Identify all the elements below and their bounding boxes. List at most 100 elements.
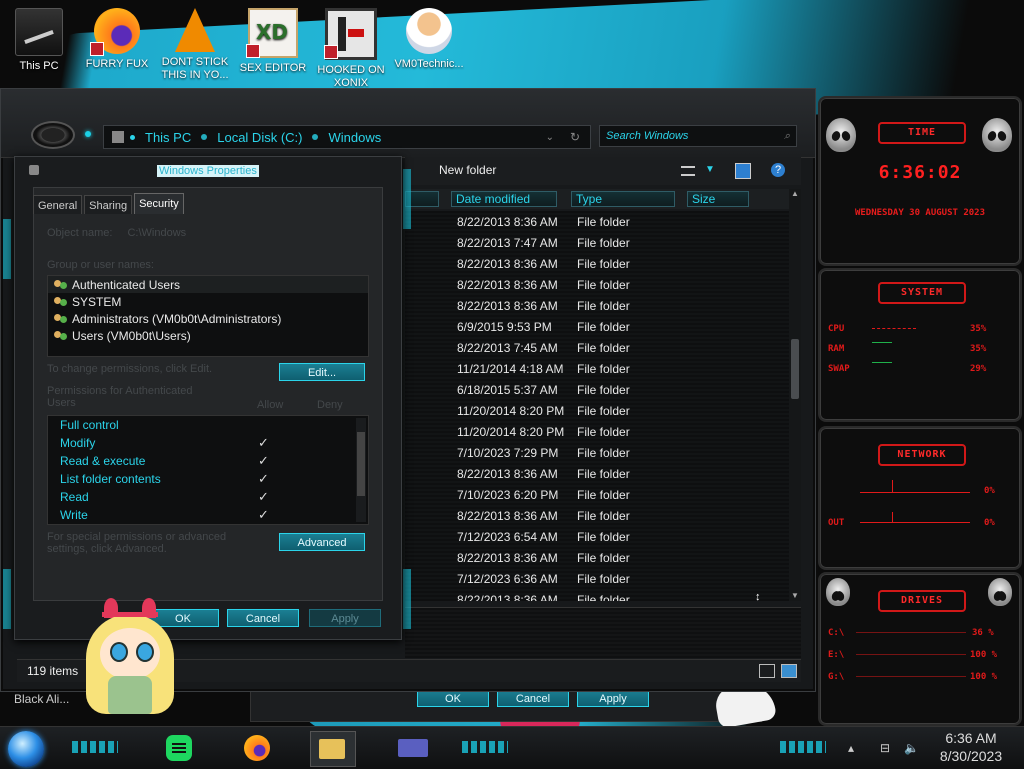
list-item[interactable]: Authenticated Users <box>48 276 368 293</box>
column-header-type[interactable]: Type <box>571 191 675 207</box>
help-icon[interactable]: ? <box>771 163 785 177</box>
table-row[interactable]: 11/20/2014 8:20 PM File folder <box>405 400 789 421</box>
desktop-icon-xonix[interactable]: HOOKED ON XONIX <box>314 4 388 90</box>
permission-name: Read <box>60 490 89 504</box>
scrollbar-thumb[interactable] <box>791 339 799 399</box>
type-cell: File folder <box>577 508 630 523</box>
search-input[interactable]: Search Windows ⌕ <box>599 125 797 147</box>
advanced-button[interactable]: Advanced <box>279 533 365 551</box>
large-icons-view-icon[interactable] <box>781 664 797 678</box>
chevron-down-icon[interactable]: ⌄ <box>546 132 554 143</box>
table-row[interactable]: 7/12/2023 6:54 AM File folder <box>405 526 789 547</box>
cancel-button[interactable]: Cancel <box>227 609 299 627</box>
cpu-bar <box>872 328 916 330</box>
change-view-icon[interactable] <box>681 166 695 176</box>
taskbar-control-panel[interactable] <box>388 731 438 765</box>
object-name-caption: Object name: <box>47 227 113 239</box>
network-icon[interactable]: ⊟ <box>880 741 890 755</box>
details-view-icon[interactable] <box>759 664 775 678</box>
drive-c-value: 36 % <box>972 628 994 638</box>
breadcrumb-this-pc[interactable]: This PC <box>145 130 191 145</box>
new-folder-button[interactable]: New folder <box>439 163 496 177</box>
desktop-icon-vlc[interactable]: DONT STICK THIS IN YO... <box>158 4 232 82</box>
table-row[interactable]: 8/22/2013 8:36 AM File folder <box>405 211 789 232</box>
list-item[interactable]: Administrators (VM0b0t\Administrators) <box>48 310 368 327</box>
table-row[interactable]: 11/21/2014 4:18 AM File folder <box>405 358 789 379</box>
chevron-down-icon[interactable]: ▼ <box>705 164 719 178</box>
scrollbar-thumb[interactable] <box>357 432 365 496</box>
table-row[interactable]: 7/10/2023 6:20 PM File folder <box>405 484 789 505</box>
tab-general[interactable]: General <box>33 195 83 214</box>
scroll-up-icon[interactable]: ▲ <box>789 189 801 199</box>
group-name: Administrators (VM0b0t\Administrators) <box>72 311 282 326</box>
apply-button[interactable]: Apply <box>309 609 381 627</box>
desktop-icon-this-pc[interactable]: This PC <box>2 4 76 73</box>
system-clock[interactable]: 6:36 AM 8/30/2023 <box>934 729 1008 765</box>
table-row[interactable]: 8/22/2013 8:36 AM File folder <box>405 589 789 602</box>
search-icon[interactable]: ⌕ <box>784 130 790 143</box>
chevron-up-icon[interactable]: ▴ <box>848 741 854 755</box>
folder-icon <box>112 131 124 143</box>
tab-security[interactable]: Security <box>134 193 184 214</box>
vertical-scrollbar[interactable]: ▲ ▼ <box>789 189 801 601</box>
table-row[interactable]: 8/22/2013 8:36 AM File folder <box>405 547 789 568</box>
headband-shape <box>102 612 158 617</box>
permissions-scrollbar[interactable] <box>356 418 366 522</box>
address-bar[interactable]: This PC Local Disk (C:) Windows ⌄ ↻ <box>103 125 591 149</box>
desktop-icon-label[interactable]: Black Ali... <box>14 692 69 706</box>
table-row[interactable]: 8/22/2013 8:36 AM File folder <box>405 274 789 295</box>
network-out-spike <box>892 512 893 522</box>
table-row[interactable]: 7/10/2023 7:29 PM File folder <box>405 442 789 463</box>
start-button[interactable] <box>8 731 44 767</box>
group-name: Authenticated Users <box>72 277 181 292</box>
column-header-date[interactable]: Date modified <box>451 191 557 207</box>
breadcrumb-separator-icon <box>201 134 208 140</box>
drive-c-label: C:\ <box>828 628 845 638</box>
column-header-size[interactable]: Size <box>687 191 749 207</box>
table-row[interactable]: 8/22/2013 8:36 AM File folder <box>405 463 789 484</box>
volume-icon[interactable]: 🔈 <box>904 741 919 755</box>
allow-column-label: Allow <box>257 399 284 411</box>
scroll-down-icon[interactable]: ▼ <box>789 591 801 601</box>
table-row[interactable]: 8/22/2013 8:36 AM File folder <box>405 295 789 316</box>
list-item[interactable]: SYSTEM <box>48 293 368 310</box>
breadcrumb-windows[interactable]: Windows <box>328 130 381 145</box>
vlc-cone-icon <box>175 8 215 52</box>
table-row[interactable]: 8/22/2013 7:45 AM File folder <box>405 337 789 358</box>
taskbar-firefox[interactable] <box>238 731 278 765</box>
desktop-icon-hxd[interactable]: XD SEX EDITOR <box>236 4 310 75</box>
desktop-icon-vm0technic[interactable]: VM0Technic... <box>392 4 466 71</box>
table-row[interactable]: 6/9/2015 9:53 PM File folder <box>405 316 789 337</box>
taskbar-spotify[interactable] <box>160 731 200 765</box>
permissions-list: Full control Modify ✓ Read & execute ✓ List f… <box>47 415 369 525</box>
permission-name: Full control <box>60 418 119 432</box>
type-cell: File folder <box>577 529 630 544</box>
network-in-value: 0% <box>984 486 995 496</box>
table-row[interactable]: 8/22/2013 8:36 AM File folder <box>405 253 789 274</box>
list-item[interactable]: Users (VM0b0t\Users) <box>48 327 368 344</box>
refresh-icon[interactable]: ↻ <box>570 130 580 144</box>
file-explorer-icon <box>319 739 345 759</box>
breadcrumb-local-disk[interactable]: Local Disk (C:) <box>217 130 302 145</box>
desktop-icon-firefox[interactable]: FURRY FUX <box>80 4 154 71</box>
tab-sharing[interactable]: Sharing <box>84 195 133 214</box>
type-cell: File folder <box>577 466 630 481</box>
date-modified-cell: 8/22/2013 8:36 AM <box>457 256 558 271</box>
gadget-clock: 6:36:02 <box>878 162 962 183</box>
network-out-label: OUT <box>828 518 845 528</box>
table-row[interactable]: 8/22/2013 8:36 AM File folder <box>405 505 789 526</box>
hex-editor-icon: XD <box>246 8 298 58</box>
edit-button[interactable]: Edit... <box>279 363 365 381</box>
table-row[interactable]: 11/20/2014 8:20 PM File folder <box>405 421 789 442</box>
breadcrumb: This PC Local Disk (C:) Windows <box>112 130 381 145</box>
table-row[interactable]: 6/18/2015 5:37 AM File folder <box>405 379 789 400</box>
taskbar-file-explorer[interactable] <box>310 731 356 767</box>
alien-head-icon <box>982 118 1012 152</box>
control-panel-icon <box>398 739 428 757</box>
file-list: 8/22/2013 8:36 AM File folder 8/22/2013 7:… <box>405 211 789 601</box>
taskbar: ▴ ⊟ 🔈 6:36 AM 8/30/2023 <box>0 726 1024 769</box>
preview-pane-icon[interactable] <box>735 163 751 179</box>
allow-check-icon: ✓ <box>258 507 269 522</box>
table-row[interactable]: 8/22/2013 7:47 AM File folder <box>405 232 789 253</box>
table-row[interactable]: 7/12/2023 6:36 AM File folder <box>405 568 789 589</box>
